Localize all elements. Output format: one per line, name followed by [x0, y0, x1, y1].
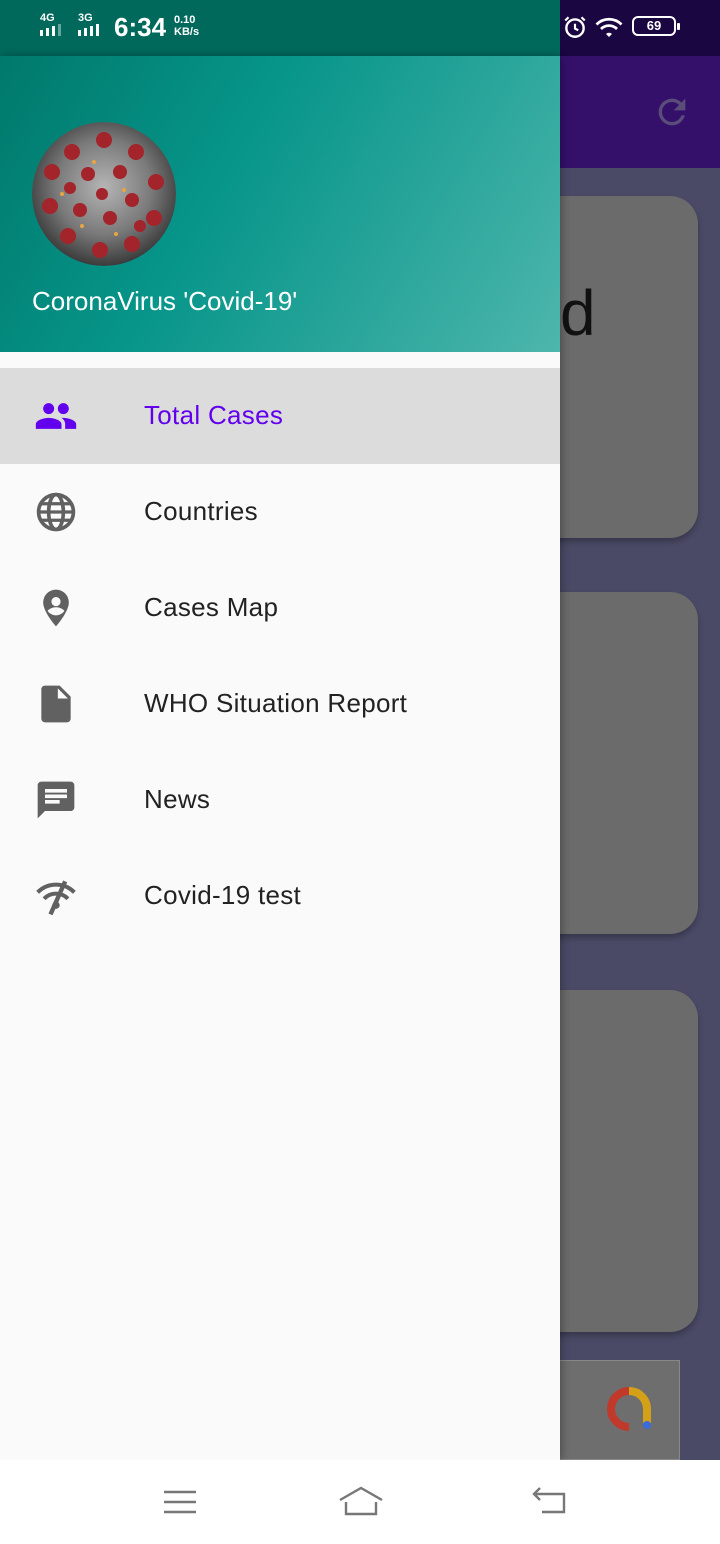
- menu-item-label: News: [144, 784, 211, 814]
- menu-item-label: Cases Map: [144, 592, 279, 622]
- menu-item-label: Total Cases: [144, 400, 284, 430]
- signal-bars-icon: [40, 24, 61, 36]
- system-nav-bar: [0, 1460, 720, 1544]
- status-bar: 4G 3G 6:34 0.10 KB/s 69: [0, 0, 720, 56]
- document-icon: [41, 685, 71, 723]
- signal-3g-label: 3G: [78, 12, 93, 24]
- menu-item-countries[interactable]: Countries: [0, 464, 560, 560]
- menu-item-who-report[interactable]: WHO Situation Report: [0, 656, 560, 752]
- people-icon: [35, 403, 77, 429]
- menu-item-label: WHO Situation Report: [144, 688, 408, 718]
- battery-icon: 69: [632, 16, 680, 36]
- message-icon: [37, 781, 75, 819]
- back-icon[interactable]: [530, 1484, 570, 1520]
- clock: 6:34: [114, 12, 167, 42]
- alarm-icon: [564, 16, 586, 38]
- menu-item-label: Covid-19 test: [144, 880, 302, 910]
- card-text: d: [560, 277, 596, 349]
- navigation-drawer: CoronaVirus 'Covid-19' Total Cases Count…: [0, 56, 560, 1460]
- signal-4g-label: 4G: [40, 12, 55, 24]
- network-speed-unit: KB/s: [174, 26, 200, 38]
- home-icon[interactable]: [338, 1484, 384, 1520]
- menu-item-news[interactable]: News: [0, 752, 560, 848]
- wifi-icon: [595, 17, 623, 37]
- menu-item-label: Countries: [144, 496, 258, 526]
- menu-item-covid-test[interactable]: Covid-19 test: [0, 848, 560, 944]
- menu-icon[interactable]: [160, 1484, 200, 1520]
- ad-banner[interactable]: [540, 1360, 680, 1460]
- menu-item-cases-map[interactable]: Cases Map: [0, 560, 560, 656]
- virus-avatar: [32, 122, 176, 266]
- globe-icon: [36, 492, 76, 532]
- drawer-menu: Total Cases Countries Cases Map WHO Situ…: [0, 368, 560, 944]
- ad-logo-icon: [607, 1387, 651, 1431]
- network-speed-value: 0.10: [174, 14, 196, 26]
- drawer-header: CoronaVirus 'Covid-19': [0, 56, 560, 352]
- refresh-icon[interactable]: [652, 92, 692, 132]
- drawer-header-title: CoronaVirus 'Covid-19': [32, 286, 298, 316]
- signal-bars-icon: [78, 24, 99, 36]
- signal-off-icon: [36, 880, 76, 916]
- location-pin-icon: [43, 589, 69, 627]
- network-speed: 0.10 KB/s: [174, 14, 199, 38]
- menu-item-total-cases[interactable]: Total Cases: [0, 368, 560, 464]
- coronavirus-icon: [32, 122, 176, 266]
